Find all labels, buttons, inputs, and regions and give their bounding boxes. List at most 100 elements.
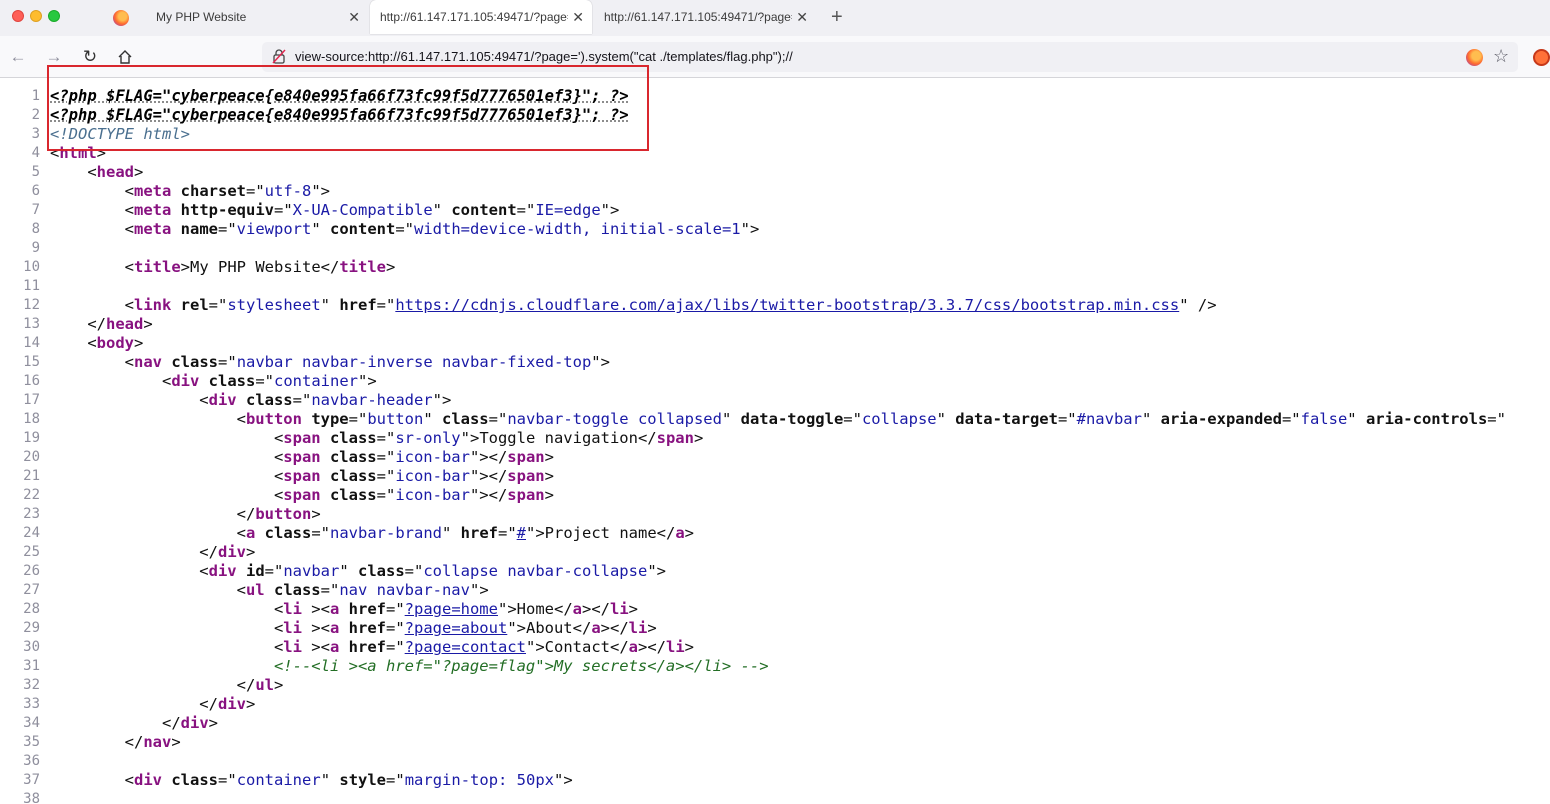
firefox-view-tab[interactable]	[104, 0, 138, 36]
source-line: 14 <body>	[0, 334, 1550, 353]
source-line: 23 </button>	[0, 505, 1550, 524]
source-line: 24 <a class="navbar-brand" href="#">Proj…	[0, 524, 1550, 543]
tab-my-php-website[interactable]: My PHP Website ✕	[146, 0, 368, 34]
line-number: 36	[0, 752, 40, 771]
window-minimize-button[interactable]	[30, 10, 42, 22]
toggle-text: Toggle navigation	[479, 429, 638, 447]
line-number: 19	[0, 429, 40, 448]
tab-close-icon[interactable]: ✕	[348, 9, 360, 25]
nav-text-about: About	[526, 619, 573, 637]
source-line: 9	[0, 239, 1550, 258]
source-line: 37 <div class="container" style="margin-…	[0, 771, 1550, 790]
line-number: 34	[0, 714, 40, 733]
extension-icon[interactable]	[1533, 49, 1550, 66]
source-line: 12 <link rel="stylesheet" href="https://…	[0, 296, 1550, 315]
line-number: 22	[0, 486, 40, 505]
line-number: 32	[0, 676, 40, 695]
tab-view-source[interactable]: http://61.147.171.105:49471/?page=% ✕	[594, 0, 816, 34]
source-line: 32 </ul>	[0, 676, 1550, 695]
line-number: 3	[0, 125, 40, 144]
line-number: 24	[0, 524, 40, 543]
source-line: 3 <!DOCTYPE html>	[0, 125, 1550, 144]
line-number: 1	[0, 87, 40, 106]
insecure-lock-icon[interactable]	[272, 49, 286, 64]
tab-close-icon[interactable]: ✕	[572, 9, 584, 25]
line-number: 10	[0, 258, 40, 277]
source-line: 15 <nav class="navbar navbar-inverse nav…	[0, 353, 1550, 372]
source-line: 13 </head>	[0, 315, 1550, 334]
line-number: 16	[0, 372, 40, 391]
line-number: 14	[0, 334, 40, 353]
line-number: 2	[0, 106, 40, 125]
source-line: 1 <?php $FLAG="cyberpeace{e840e995fa66f73…	[0, 87, 1550, 106]
source-line: 20 <span class="icon-bar"></span>	[0, 448, 1550, 467]
source-line: 7 <meta http-equiv="X-UA-Compatible" con…	[0, 201, 1550, 220]
nav-text-contact: Contact	[545, 638, 610, 656]
line-number: 17	[0, 391, 40, 410]
line-number: 9	[0, 239, 40, 258]
tab-label: http://61.147.171.105:49471/?page=%	[380, 10, 568, 24]
tab-close-icon[interactable]: ✕	[796, 9, 808, 25]
nav-link-home[interactable]: ?page=home	[405, 600, 498, 618]
source-line: 18 <button type="button" class="navbar-t…	[0, 410, 1550, 429]
html-comment: <!--<li ><a href="?page=flag">My secrets…	[274, 657, 769, 675]
brand-text: Project name	[545, 524, 657, 542]
window-maximize-button[interactable]	[48, 10, 60, 22]
nav-link-contact[interactable]: ?page=contact	[405, 638, 526, 656]
php-flag-line: <?php $FLAG="cyberpeace{e840e995fa66f73f…	[50, 106, 629, 124]
source-line: 33 </div>	[0, 695, 1550, 714]
source-line: 27 <ul class="nav navbar-nav">	[0, 581, 1550, 600]
source-line: 11	[0, 277, 1550, 296]
stylesheet-link[interactable]: https://cdnjs.cloudflare.com/ajax/libs/t…	[395, 296, 1179, 314]
source-line: 26 <div id="navbar" class="collapse navb…	[0, 562, 1550, 581]
source-line: 10 <title>My PHP Website</title>	[0, 258, 1550, 277]
doctype: <!DOCTYPE html>	[50, 125, 190, 143]
nav-link-about[interactable]: ?page=about	[405, 619, 508, 637]
line-number: 38	[0, 790, 40, 804]
window-close-button[interactable]	[12, 10, 24, 22]
line-number: 11	[0, 277, 40, 296]
line-number: 23	[0, 505, 40, 524]
line-number: 6	[0, 182, 40, 201]
source-line: 22 <span class="icon-bar"></span>	[0, 486, 1550, 505]
source-line: 6 <meta charset="utf-8">	[0, 182, 1550, 201]
line-number: 28	[0, 600, 40, 619]
line-number: 12	[0, 296, 40, 315]
firefox-account-icon[interactable]	[1466, 49, 1483, 66]
new-tab-plus-icon[interactable]: +	[831, 6, 843, 28]
line-number: 15	[0, 353, 40, 372]
source-line: 4 <html>	[0, 144, 1550, 163]
php-flag-line: <?php $FLAG="cyberpeace{e840e995fa66f73f…	[50, 87, 629, 105]
line-number: 21	[0, 467, 40, 486]
source-line: 31 <!--<li ><a href="?page=flag">My secr…	[0, 657, 1550, 676]
brand-link[interactable]: #	[517, 524, 526, 542]
address-bar[interactable]: view-source:http://61.147.171.105:49471/…	[262, 42, 1518, 72]
source-line: 17 <div class="navbar-header">	[0, 391, 1550, 410]
line-number: 26	[0, 562, 40, 581]
line-number: 13	[0, 315, 40, 334]
navbar-class-value: navbar navbar-inverse navbar-fixed-top	[237, 353, 592, 371]
title-text: My PHP Website	[190, 258, 321, 276]
source-line: 21 <span class="icon-bar"></span>	[0, 467, 1550, 486]
tab-view-source-active[interactable]: http://61.147.171.105:49471/?page=% ✕	[370, 0, 592, 34]
source-line: 30 <li ><a href="?page=contact">Contact<…	[0, 638, 1550, 657]
source-line: 2 <?php $FLAG="cyberpeace{e840e995fa66f73…	[0, 106, 1550, 125]
source-view: 1 <?php $FLAG="cyberpeace{e840e995fa66f73…	[0, 87, 1550, 804]
forward-arrow-icon[interactable]: →	[44, 47, 64, 67]
line-number: 35	[0, 733, 40, 752]
navigation-toolbar: ← → ↻ view-source:http://61.147.171.105:…	[0, 36, 1550, 78]
source-line: 29 <li ><a href="?page=about">About</a><…	[0, 619, 1550, 638]
back-arrow-icon[interactable]: ←	[8, 47, 28, 67]
bookmark-star-icon[interactable]: ☆	[1493, 46, 1509, 67]
line-number: 33	[0, 695, 40, 714]
line-number: 18	[0, 410, 40, 429]
source-line: 8 <meta name="viewport" content="width=d…	[0, 220, 1550, 239]
source-line: 34 </div>	[0, 714, 1550, 733]
url-text: view-source:http://61.147.171.105:49471/…	[295, 49, 793, 64]
source-line: 28 <li ><a href="?page=home">Home</a></l…	[0, 600, 1550, 619]
source-line: 19 <span class="sr-only">Toggle navigati…	[0, 429, 1550, 448]
source-line: 25 </div>	[0, 543, 1550, 562]
reload-icon[interactable]: ↻	[80, 47, 100, 67]
line-number: 7	[0, 201, 40, 220]
home-icon[interactable]	[115, 47, 135, 67]
